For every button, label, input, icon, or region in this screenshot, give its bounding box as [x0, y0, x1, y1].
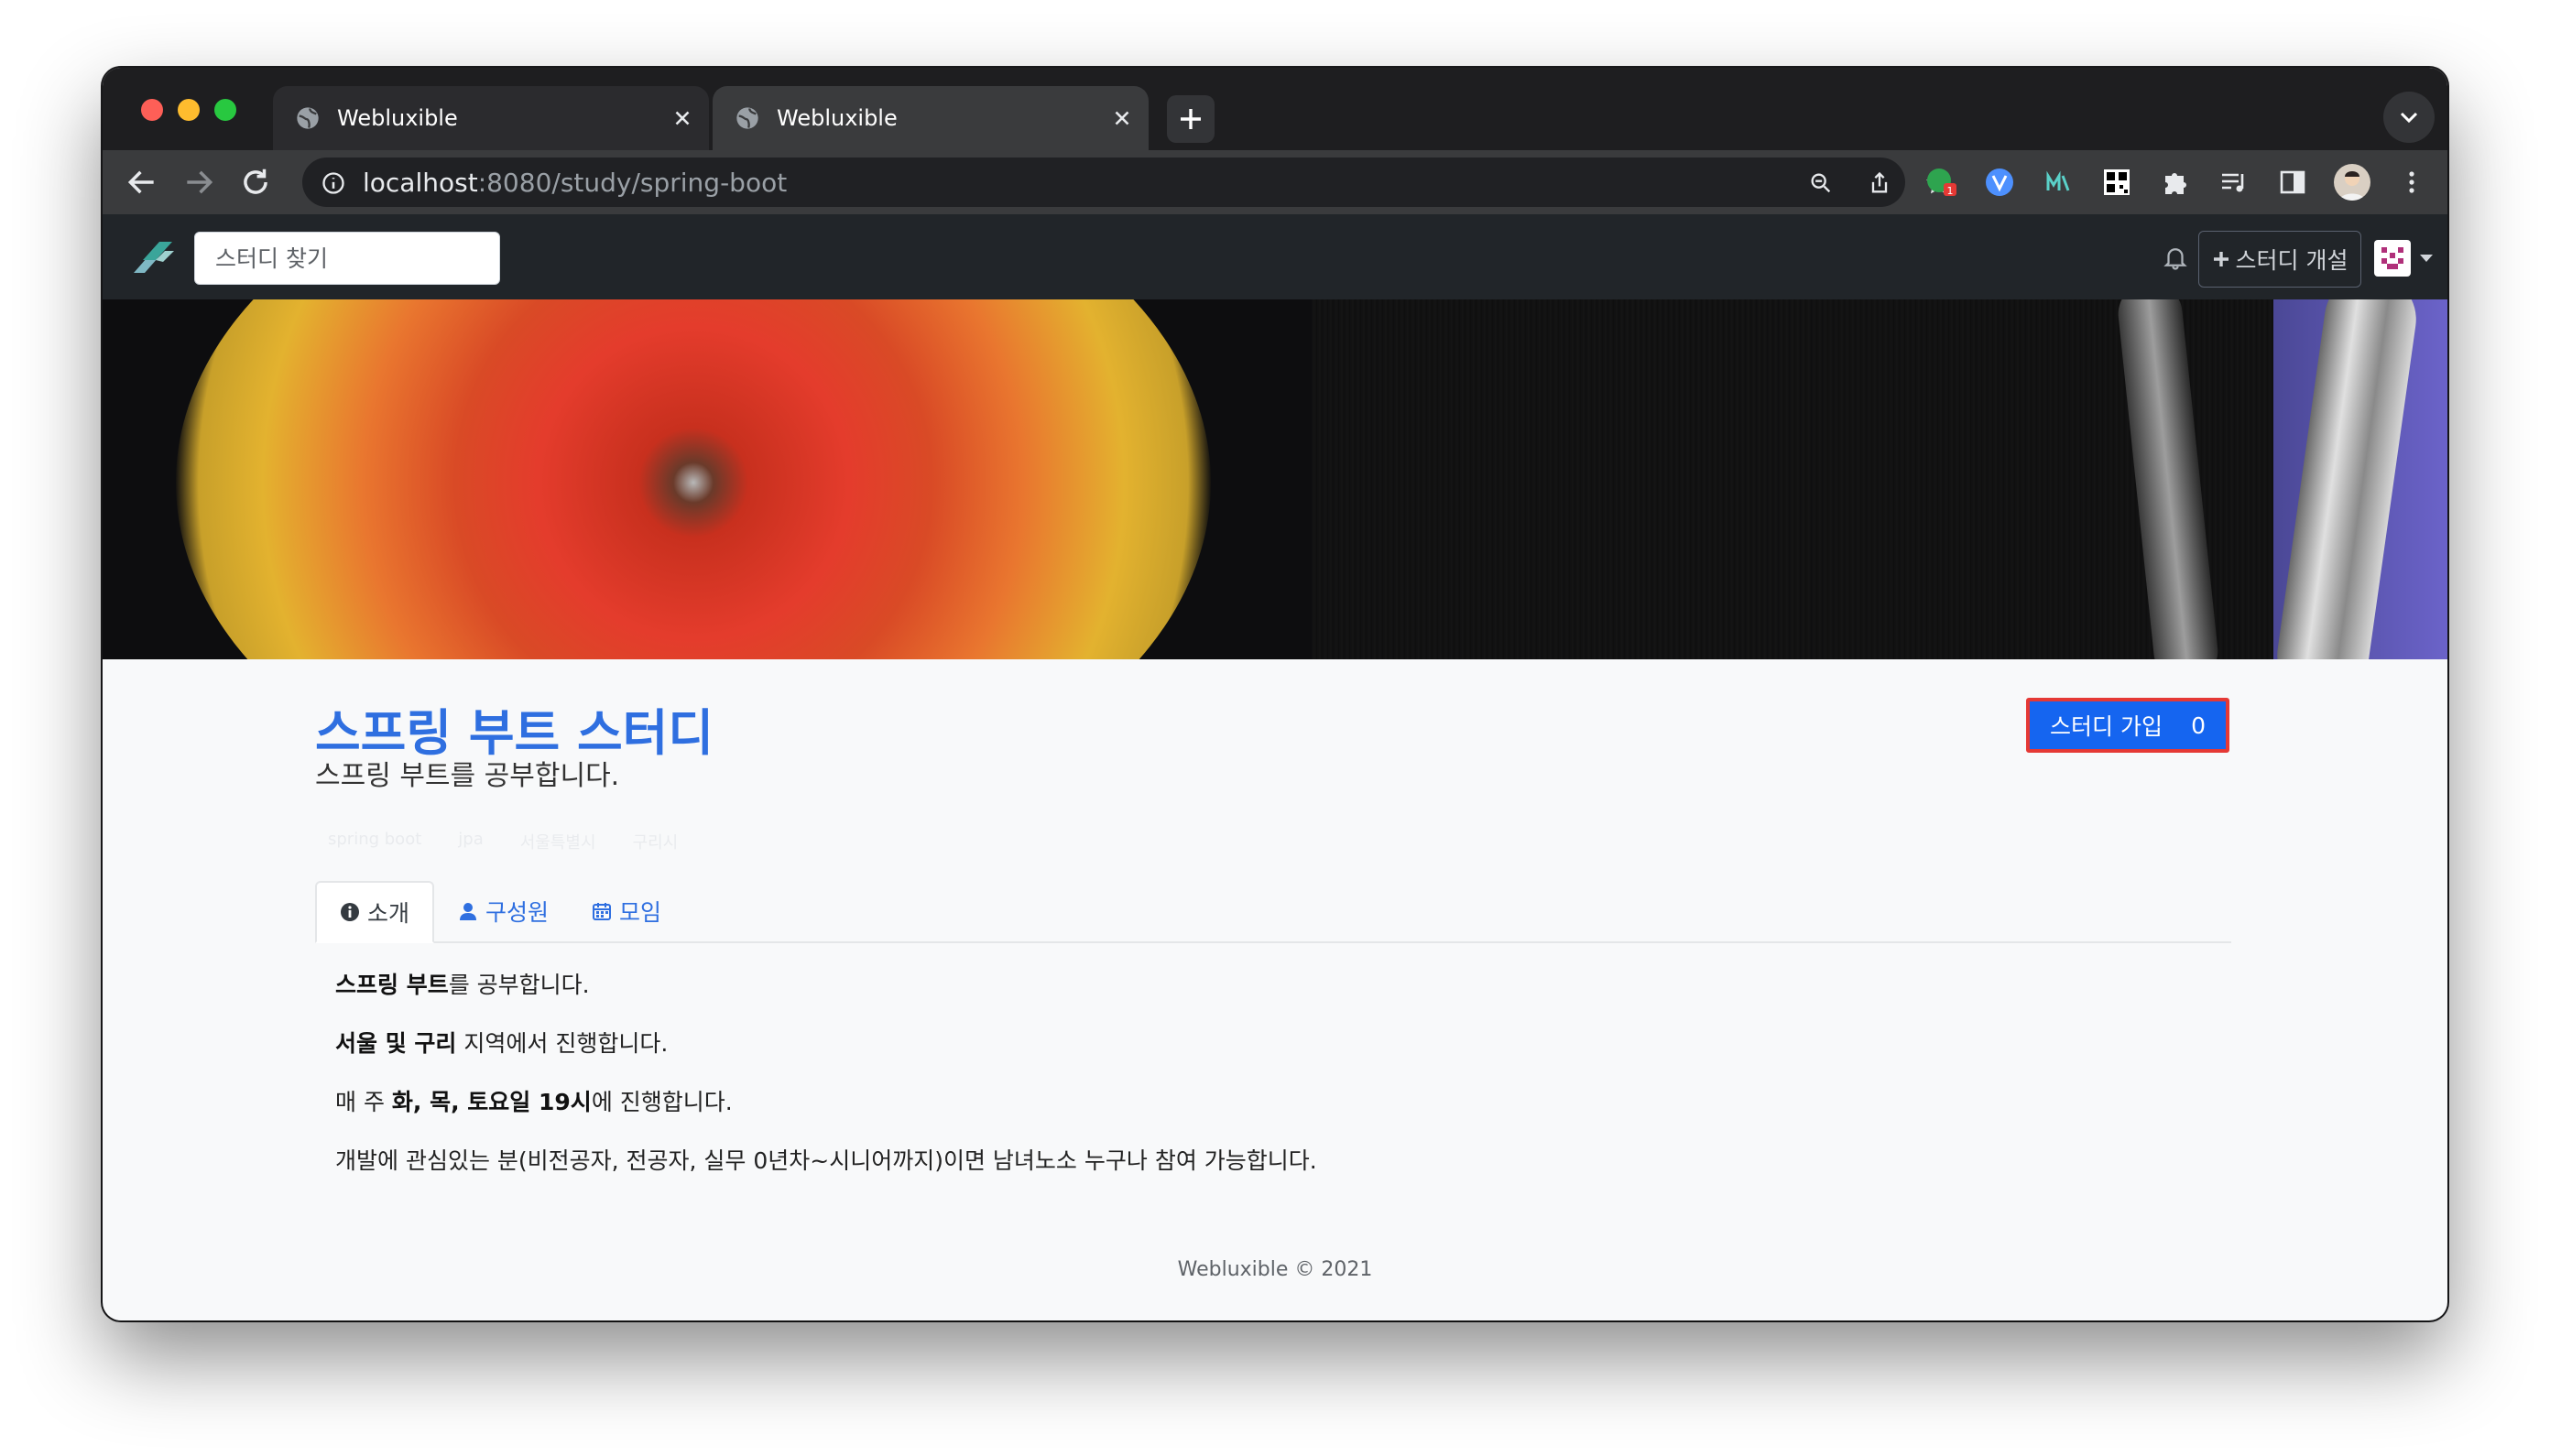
extension-v-icon[interactable] — [1984, 167, 2015, 198]
profile-avatar[interactable] — [2334, 164, 2370, 201]
browser-tab-2[interactable]: Webluxible — [713, 86, 1149, 150]
browser-tab-1[interactable]: Webluxible — [273, 86, 709, 150]
description-line-1: 스프링 부트를 공부합니다. — [335, 972, 590, 998]
calendar-icon — [593, 903, 611, 920]
zone-item[interactable]: 구리시 — [633, 830, 679, 853]
close-icon[interactable] — [670, 106, 694, 130]
url-text[interactable]: localhost:8080/study/spring-boot — [363, 168, 787, 198]
open-study-label: 스터디 개설 — [2235, 247, 2348, 274]
tag-item[interactable]: spring boot — [328, 830, 421, 853]
description-line-2: 서울 및 구리 지역에서 진행합니다. — [335, 1030, 669, 1057]
tab-label: 구성원 — [485, 899, 550, 926]
tag-item[interactable]: jpa — [458, 830, 483, 853]
zoom-icon[interactable] — [1808, 170, 1834, 196]
media-queue-icon[interactable] — [2218, 167, 2250, 198]
logo-icon[interactable] — [128, 233, 178, 282]
plus-icon — [1181, 109, 1201, 129]
browser-tab-title: Webluxible — [777, 105, 898, 131]
study-banner-image — [103, 299, 2447, 659]
user-icon — [460, 903, 476, 920]
globe-icon — [736, 107, 758, 129]
app-navbar: 스터디 개설 — [103, 214, 2447, 299]
bell-icon[interactable] — [2162, 244, 2189, 271]
reload-icon[interactable] — [238, 165, 273, 200]
side-panel-icon[interactable] — [2277, 167, 2308, 198]
chevron-down-icon[interactable] — [2420, 255, 2433, 262]
open-study-button[interactable]: 스터디 개설 — [2198, 231, 2361, 288]
join-study-label: 스터디 가입 — [2050, 713, 2163, 740]
close-icon[interactable] — [1110, 106, 1134, 130]
description-line-3: 매 주 화, 목, 토요일 19시에 진행합니다. — [335, 1089, 733, 1115]
join-study-button[interactable]: 스터디 가입 0 — [2026, 698, 2229, 753]
zone-item[interactable]: 서울특별시 — [520, 830, 596, 853]
study-tags: spring boot jpa 서울특별시 구리시 — [328, 830, 678, 853]
browser-toolbar: localhost:8080/study/spring-boot 1 — [103, 150, 2447, 214]
study-short-description: 스프링 부트를 공부합니다. — [315, 760, 620, 792]
footer-text: Webluxible © 2021 — [1177, 1258, 1373, 1281]
browser-tab-bar: Webluxible Webluxible — [103, 68, 2447, 150]
close-window-button[interactable] — [141, 99, 163, 121]
address-bar[interactable]: localhost:8080/study/spring-boot — [302, 158, 1950, 207]
back-arrow-icon[interactable] — [125, 165, 159, 200]
browser-window: Webluxible Webluxible localhost:8080/stu… — [103, 68, 2447, 1320]
chevron-down-icon — [2400, 112, 2418, 124]
share-icon[interactable] — [1867, 170, 1892, 196]
user-avatar[interactable] — [2374, 240, 2411, 277]
more-vertical-icon[interactable] — [2396, 167, 2427, 198]
tab-search-button[interactable] — [2383, 92, 2435, 143]
puzzle-icon[interactable] — [2160, 167, 2191, 198]
tab-meetings[interactable]: 모임 — [592, 881, 661, 941]
extension-badge: 1 — [1947, 185, 1954, 197]
tab-label: 모임 — [619, 899, 662, 926]
qr-code-icon[interactable] — [2101, 167, 2132, 198]
search-input[interactable] — [194, 232, 500, 285]
plus-icon — [2213, 252, 2229, 266]
tab-intro[interactable]: 소개 — [315, 881, 434, 943]
extension-m-icon[interactable] — [2043, 167, 2074, 198]
globe-icon — [297, 107, 319, 129]
minimize-window-button[interactable] — [178, 99, 200, 121]
study-tabs: 소개 구성원 모임 — [315, 881, 2231, 943]
new-tab-button[interactable] — [1167, 95, 1215, 143]
browser-tab-title: Webluxible — [337, 105, 458, 131]
description-line-4: 개발에 관심있는 분(비전공자, 전공자, 실무 0년차~시니어까지)이면 남녀… — [335, 1147, 1317, 1174]
forward-arrow-icon[interactable] — [181, 165, 216, 200]
extension-green-icon[interactable]: 1 — [1925, 167, 1956, 198]
info-icon[interactable] — [321, 170, 346, 196]
member-count-badge: 0 — [2191, 712, 2206, 739]
tab-label: 소개 — [366, 900, 409, 927]
info-circle-icon — [340, 903, 359, 921]
tab-members[interactable]: 구성원 — [458, 881, 549, 941]
zoom-window-button[interactable] — [214, 99, 236, 121]
